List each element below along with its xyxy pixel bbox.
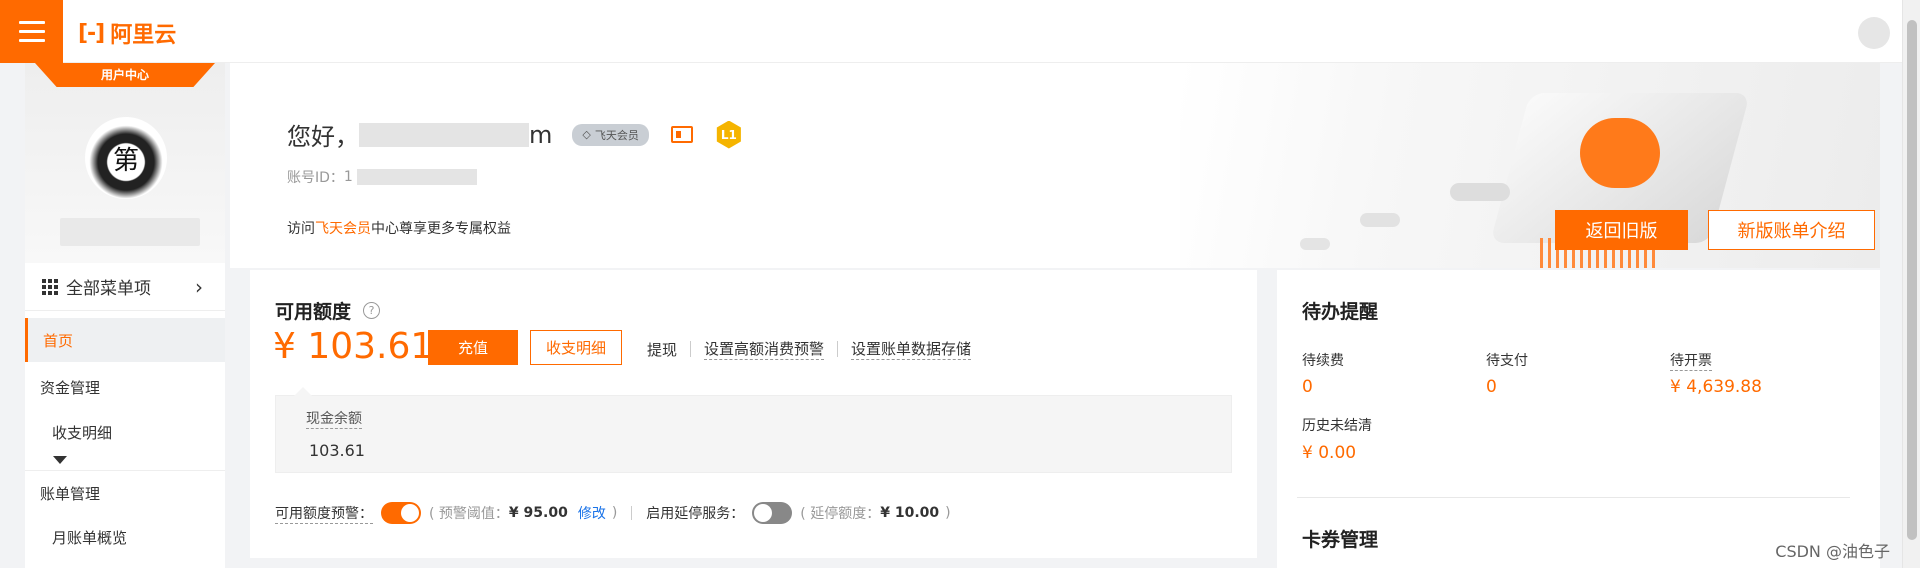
member-center-link[interactable]: 飞天会员 [315, 221, 371, 237]
todo-invoice-label: 待开票 [1670, 350, 1712, 371]
todo-card: 待办提醒 待续费 0 待支付 0 待开票 ¥ 4,639.88 历史未结清 ¥ … [1277, 270, 1880, 568]
user-center-banner: 用户中心 [35, 63, 215, 87]
todo-pay-label: 待支付 [1486, 353, 1528, 369]
brand-name: 阿里云 [110, 23, 177, 48]
new-bill-intro-button[interactable]: 新版账单介绍 [1708, 210, 1875, 250]
member-badge-label: 飞天会员 [594, 128, 639, 142]
cash-balance-box: 现金余额 103.61 [275, 387, 1232, 473]
help-icon[interactable]: ? [363, 302, 381, 319]
sidebar-item-monthly-bill[interactable]: 月账单概览 [25, 515, 225, 559]
watermark: CSDN @油色子 [1775, 542, 1890, 561]
todo-unsettled-value[interactable]: ¥ 0.00 [1302, 443, 1356, 463]
hero-panel: 您好， m ◇ 飞天会员 L1 账号ID： 1 访问飞天会员中心尊享更多专属权益 … [230, 63, 1880, 268]
user-avatar[interactable] [1858, 17, 1890, 49]
todo-title: 待办提醒 [1302, 301, 1379, 323]
delay-amount-label: ( 延停额度： [800, 506, 881, 522]
sidebar-item-label: 资金管理 [40, 378, 101, 397]
todo-renew-label: 待续费 [1302, 353, 1344, 369]
alert-threshold-label: ( 预警阈值： [429, 506, 509, 522]
username-suffix: m [529, 120, 553, 149]
delay-close-paren: ) [945, 505, 951, 521]
link-separator [837, 341, 839, 357]
sidebar: 用户中心 第 全部菜单项 › 首页 资金管理 收支明细 账单管理 月账单概览 [25, 63, 225, 568]
username-blurred [359, 122, 529, 147]
sidebar-item-label: 账单管理 [40, 484, 101, 503]
coupon-title: 卡券管理 [1302, 529, 1379, 551]
all-menu-label: 全部菜单项 [66, 279, 151, 299]
credit-alert-toggle[interactable] [381, 502, 421, 524]
todo-invoice-value[interactable]: ¥ 4,639.88 [1670, 377, 1762, 397]
credit-alert-label: 可用额度预警： [275, 503, 373, 524]
page-scrollbar[interactable] [1902, 0, 1920, 568]
brand-logo[interactable]: [-] 阿里云 [78, 17, 176, 49]
available-credit-card: 可用额度 ? ¥ 103.61 充值 收支明细 提现 设置高额消费预警 设置账单… [250, 270, 1257, 558]
sidebar-item-billing[interactable]: 账单管理 [25, 471, 225, 515]
credit-amount: ¥ 103.61 [273, 326, 434, 367]
alert-threshold-value: ¥ 95.00 [508, 505, 568, 521]
toggle-knob [401, 504, 419, 522]
back-to-old-version-button[interactable]: 返回旧版 [1555, 210, 1688, 250]
alert-close-paren: ) [611, 505, 618, 521]
delay-service-label: 启用延停服务： [646, 506, 745, 522]
sidebar-item-transactions[interactable]: 收支明细 [25, 410, 225, 454]
chevron-right-icon: › [195, 274, 203, 299]
grid-icon [42, 278, 58, 295]
account-id: 账号ID： 1 [287, 167, 477, 187]
profile-avatar[interactable]: 第 [85, 117, 167, 199]
delay-service-toggle[interactable] [752, 502, 793, 524]
cash-balance-value: 103.61 [309, 441, 365, 460]
credit-settings-row: 可用额度预警： ( 预警阈值： ¥ 95.00 修改 ) 启用延停服务： ( 延… [275, 502, 951, 524]
member-badge[interactable]: ◇ 飞天会员 [572, 123, 649, 146]
top-bar: [-] 阿里云 [0, 0, 1920, 63]
diamond-icon: ◇ [582, 128, 591, 141]
all-menu-button[interactable]: 全部菜单项 › [25, 263, 225, 311]
todo-pay-value[interactable]: 0 [1486, 377, 1497, 397]
expand-down-icon[interactable] [53, 456, 67, 464]
greeting-text: 您好， [287, 123, 359, 151]
credit-title: 可用额度 ? [275, 297, 381, 324]
visit-prefix: 访问 [287, 221, 315, 237]
username-blurred [60, 218, 200, 246]
bill-storage-link[interactable]: 设置账单数据存储 [851, 338, 972, 360]
sidebar-item-funds[interactable]: 资金管理 [25, 365, 225, 409]
credit-links: 提现 设置高额消费预警 设置账单数据存储 [647, 338, 972, 360]
cash-balance-label: 现金余额 [306, 408, 362, 429]
settings-separator [631, 506, 633, 520]
sidebar-item-label: 月账单概览 [52, 528, 128, 547]
link-separator [690, 341, 692, 357]
modify-threshold-link[interactable]: 修改 [578, 503, 606, 523]
transaction-detail-button[interactable]: 收支明细 [530, 330, 622, 365]
sidebar-item-label: 首页 [43, 331, 74, 350]
account-id-prefix: 1 [343, 169, 353, 185]
recharge-button[interactable]: 充值 [428, 330, 518, 365]
high-spend-alert-link[interactable]: 设置高额消费预警 [704, 338, 825, 360]
greeting: 您好， m ◇ 飞天会员 L1 [287, 117, 743, 152]
todo-divider [1297, 497, 1850, 498]
visit-suffix: 中心尊享更多专属权益 [371, 221, 511, 237]
scrollbar-thumb[interactable] [1907, 20, 1917, 540]
sidebar-item-label: 收支明细 [52, 423, 113, 442]
level-badge-icon[interactable]: L1 [716, 120, 741, 149]
account-id-blurred [356, 169, 477, 185]
id-card-icon[interactable] [670, 126, 693, 143]
aliyun-logo-icon: [-] [78, 20, 105, 46]
member-promo: 访问飞天会员中心尊享更多专属权益 [287, 218, 511, 238]
delay-amount-value: ¥ 10.00 [880, 505, 940, 521]
todo-unsettled-label: 历史未结清 [1302, 418, 1372, 434]
hamburger-menu-icon[interactable] [0, 0, 63, 63]
toggle-knob [754, 504, 773, 522]
avatar-glyph: 第 [112, 145, 139, 176]
sidebar-item-home[interactable]: 首页 [25, 318, 225, 362]
todo-renew-value[interactable]: 0 [1302, 377, 1313, 397]
account-id-label: 账号ID： [287, 170, 344, 186]
credit-title-text: 可用额度 [275, 301, 352, 323]
withdraw-link[interactable]: 提现 [647, 339, 677, 360]
